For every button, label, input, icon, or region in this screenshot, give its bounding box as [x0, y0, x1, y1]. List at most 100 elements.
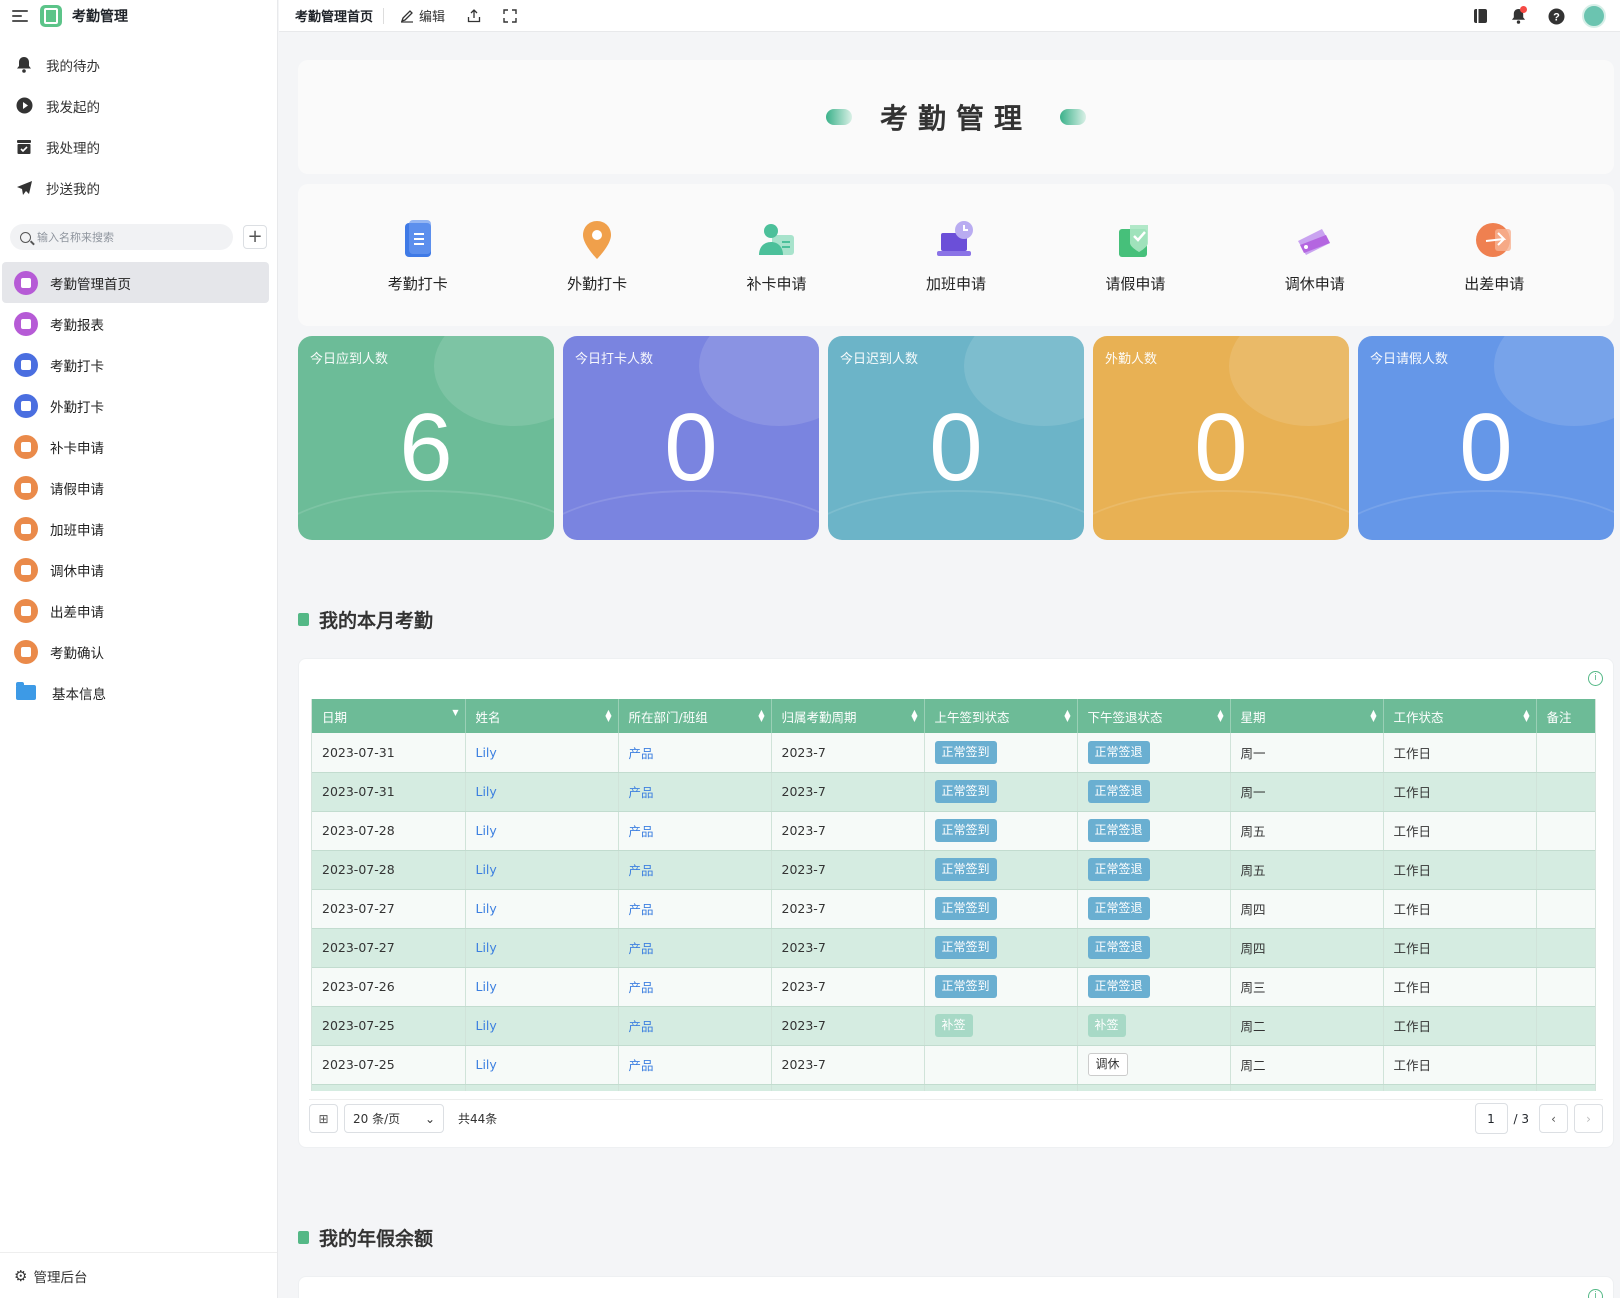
table-row[interactable]: 2023-07-31 Lily 产品 2023-7 正常签到 正常签退 周一 工…: [312, 733, 1595, 773]
sort-icon[interactable]: ▲ ▼: [605, 709, 611, 723]
sort-icon[interactable]: ▲ ▼: [1370, 709, 1376, 723]
page-size-value: 20 条/页: [353, 1112, 401, 1126]
sidebar-item-basic-info[interactable]: 基本信息: [0, 672, 277, 713]
column-header-weekday[interactable]: 星期 ▲ ▼: [1230, 699, 1384, 733]
sidebar-item-overtime-request[interactable]: 加班申请: [0, 508, 277, 549]
column-header-label: 归属考勤周期: [781, 709, 857, 725]
notifications-button[interactable]: [1506, 4, 1530, 28]
cell-dept[interactable]: 产品: [618, 772, 772, 812]
shortcut-overtime-request[interactable]: 加班申请: [896, 217, 1016, 294]
sort-icon[interactable]: ▲ ▼: [911, 709, 917, 723]
column-header-pm-status[interactable]: 下午签退状态 ▲ ▼: [1077, 699, 1231, 733]
cell-name[interactable]: Lily: [465, 1006, 619, 1046]
cell-name[interactable]: Lily: [465, 733, 619, 773]
admin-console-link[interactable]: ⚙ 管理后台: [0, 1252, 277, 1298]
quick-link-cc[interactable]: 抄送我的: [0, 167, 277, 208]
cell-pm-status: 正常签退: [1077, 772, 1231, 812]
sort-icon[interactable]: ▲ ▼: [758, 709, 764, 723]
table-row[interactable]: 2023-07-28 Lily 产品 2023-7 正常签到 正常签退 周五 工…: [312, 850, 1595, 890]
edit-button[interactable]: 编辑: [400, 6, 445, 25]
column-header-name[interactable]: 姓名 ▲ ▼: [465, 699, 619, 733]
info-icon[interactable]: i: [1588, 1289, 1603, 1298]
book-button[interactable]: [1468, 4, 1492, 28]
sort-icon[interactable]: ▲ ▼: [1064, 709, 1070, 723]
cell-dept[interactable]: 产品: [618, 1006, 772, 1046]
stat-card-expected: 今日应到人数 6: [298, 336, 554, 540]
sidebar-item-attendance-report[interactable]: 考勤报表: [0, 303, 277, 344]
page-size-select[interactable]: 20 条/页 ⌄: [344, 1104, 444, 1133]
fullscreen-icon: [503, 8, 517, 23]
table-row[interactable]: 2023-07-27 Lily 产品 2023-7 正常签到 正常签退 周四 工…: [312, 928, 1595, 968]
cell-dept[interactable]: 产品: [618, 850, 772, 890]
shortcut-business-trip-request[interactable]: 出差申请: [1434, 217, 1554, 294]
sidebar-item-attendance-confirm[interactable]: 考勤确认: [0, 631, 277, 672]
table-row[interactable]: 2023-07-26 Lily 产品 2023-7 正常签到 正常签退 周三 工…: [312, 967, 1595, 1007]
sort-icon[interactable]: ▲ ▼: [1523, 709, 1529, 723]
sidebar-item-comp-leave-request[interactable]: 调休申请: [0, 549, 277, 590]
column-header-am-status[interactable]: 上午签到状态 ▲ ▼: [924, 699, 1078, 733]
shortcut-label: 加班申请: [925, 274, 986, 293]
search-icon: [20, 231, 31, 243]
search-input[interactable]: 输入名称来搜索: [10, 224, 233, 250]
cell-date: 2023-07-27: [312, 889, 466, 929]
user-menu[interactable]: [1582, 4, 1606, 28]
cell-remark: [1536, 850, 1595, 890]
table-row[interactable]: 2023-07-31 Lily 产品 2023-7 正常签到 正常签退 周一 工…: [312, 772, 1595, 812]
cell-name[interactable]: Lily: [465, 889, 619, 929]
cell-name[interactable]: Lily: [465, 1045, 619, 1085]
table-row[interactable]: 2023-07-25 Lily 产品 2023-7 补签 补签 周二 工作日: [312, 1006, 1595, 1046]
sort-desc-icon[interactable]: ▼: [452, 709, 458, 717]
cell-dept[interactable]: 产品: [618, 811, 772, 851]
add-button[interactable]: +: [243, 225, 267, 249]
cell-dept[interactable]: 产品: [618, 967, 772, 1007]
sidebar-item-leave-request[interactable]: 请假申请: [0, 467, 277, 508]
shortcut-field-clock-in[interactable]: 外勤打卡: [537, 217, 657, 294]
cell-date: 2023-07-27: [312, 928, 466, 968]
sidebar-item-field-clock-in[interactable]: 外勤打卡: [0, 385, 277, 426]
sidebar-item-business-trip-request[interactable]: 出差申请: [0, 590, 277, 631]
shortcut-clock-in[interactable]: 考勤打卡: [358, 217, 478, 294]
cell-am-status: 正常签到: [924, 967, 1078, 1007]
table-row[interactable]: 2023-07-27 Lily 产品 2023-7 正常签到 正常签退 周四 工…: [312, 889, 1595, 929]
shortcut-leave-request[interactable]: 请假申请: [1075, 217, 1195, 294]
column-header-label: 所在部门/班组: [628, 709, 708, 725]
sidebar-item-attendance-home[interactable]: 考勤管理首页: [2, 262, 269, 303]
cell-dept[interactable]: 产品: [618, 1045, 772, 1085]
cell-name[interactable]: Lily: [465, 772, 619, 812]
cell-dept[interactable]: 产品: [618, 733, 772, 773]
cell-dept[interactable]: 产品: [618, 928, 772, 968]
column-header-work-status[interactable]: 工作状态 ▲ ▼: [1383, 699, 1537, 733]
quick-link-initiated[interactable]: 我发起的: [0, 85, 277, 126]
column-header-remark[interactable]: 备注: [1536, 699, 1595, 733]
status-badge: 调休: [1087, 1053, 1128, 1076]
help-button[interactable]: ?: [1544, 4, 1568, 28]
table-row[interactable]: 2023-07-28 Lily 产品 2023-7 正常签到 正常签退 周五 工…: [312, 811, 1595, 851]
page-number-input[interactable]: 1: [1474, 1103, 1508, 1134]
column-header-date[interactable]: 日期 ▼: [312, 699, 466, 733]
cell-dept[interactable]: 产品: [618, 889, 772, 929]
shortcut-comp-leave-request[interactable]: 调休申请: [1255, 217, 1375, 294]
quick-link-processed[interactable]: 我处理的: [0, 126, 277, 167]
shortcut-makeup-request[interactable]: 补卡申请: [717, 217, 837, 294]
table-row[interactable]: 2023-07-25 Lily 产品 2023-7 调休 周二 工作日: [312, 1045, 1595, 1085]
next-page-button[interactable]: ›: [1574, 1104, 1603, 1133]
sidebar-item-makeup-request[interactable]: 补卡申请: [0, 426, 277, 467]
attendance-table[interactable]: 日期 ▼ 姓名 ▲ ▼ 所在部门/班组 ▲ ▼ 归属考勤周期 ▲ ▼ 上午签到状态 ▲ ▼ 下午签…: [311, 699, 1596, 1091]
sidebar-item-clock-in[interactable]: 考勤打卡: [0, 344, 277, 385]
quick-link-todo[interactable]: 我的待办: [0, 44, 277, 85]
cell-work-status: 工作日: [1383, 1045, 1537, 1085]
info-icon[interactable]: i: [1588, 671, 1603, 686]
column-settings-button[interactable]: ⊞: [309, 1104, 338, 1133]
menu-icon[interactable]: [12, 10, 28, 22]
share-button[interactable]: [467, 8, 481, 23]
fullscreen-button[interactable]: [503, 8, 517, 23]
prev-page-button[interactable]: ‹: [1539, 1104, 1568, 1133]
cell-name[interactable]: Lily: [465, 850, 619, 890]
sort-icon[interactable]: ▲ ▼: [1217, 709, 1223, 723]
cell-name[interactable]: Lily: [465, 928, 619, 968]
cell-name[interactable]: Lily: [465, 967, 619, 1007]
cell-name[interactable]: Lily: [465, 811, 619, 851]
column-header-dept[interactable]: 所在部门/班组 ▲ ▼: [618, 699, 772, 733]
column-header-period[interactable]: 归属考勤周期 ▲ ▼: [771, 699, 925, 733]
location-pin-icon: [583, 220, 612, 259]
